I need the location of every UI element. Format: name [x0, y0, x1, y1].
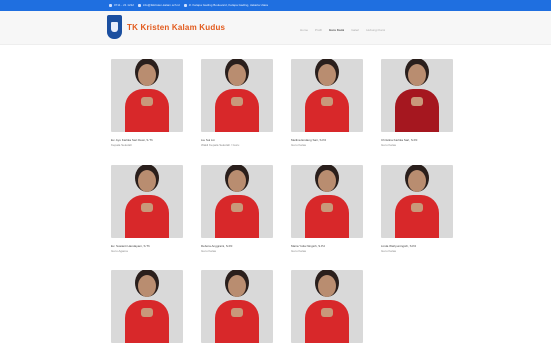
- topbar-phone-text: 0711 - 21 1212: [114, 3, 134, 7]
- nav-hubungi[interactable]: Hubungi Kami: [366, 28, 385, 32]
- teacher-card[interactable]: Meilina Endang Sari, S.Pd Guru Kelas: [291, 59, 363, 147]
- teacher-role: Guru Kelas: [291, 249, 307, 253]
- teacher-role: Guru Kelas: [381, 143, 397, 147]
- teacher-role: Guru Agama: [111, 249, 128, 253]
- topbar-item-location[interactable]: Jl. Kelapa Gading Boulevard, Kelapa Gadi…: [183, 3, 268, 7]
- teacher-card[interactable]: [291, 270, 363, 343]
- teacher-photo[interactable]: [111, 270, 183, 343]
- topbar-item-mail[interactable]: info@tkkristen-kalam.sch.id: [137, 3, 180, 7]
- teacher-card[interactable]: [111, 270, 183, 343]
- teacher-card[interactable]: Christina Kartika Sari, S.Pd Guru Kelas: [381, 59, 453, 147]
- teacher-photo[interactable]: [201, 59, 273, 132]
- location-icon: [183, 4, 187, 7]
- teacher-photo[interactable]: [201, 165, 273, 238]
- topbar-location-text: Jl. Kelapa Gading Boulevard, Kelapa Gadi…: [188, 3, 268, 7]
- site-header: TK Kristen Kalam Kudus Home Profil Guru …: [0, 11, 551, 45]
- nav-guru[interactable]: Guru Kami: [329, 28, 344, 32]
- teacher-role: Guru Kelas: [381, 249, 397, 253]
- teacher-card[interactable]: Maria Yulia Ningsih, S.Pd Guru Kelas: [291, 165, 363, 253]
- teacher-card[interactable]: Lie Sui Lin Wakil Kepala Sekolah / Guru: [201, 59, 273, 147]
- teacher-name: Ev. Ayu Kartika Sari Dewi, S.Th: [111, 138, 153, 142]
- teacher-name: Maria Yulia Ningsih, S.Pd: [291, 244, 325, 248]
- nav-galeri[interactable]: Galeri: [351, 28, 359, 32]
- main-nav: Home Profil Guru Kami Galeri Hubungi Kam…: [300, 28, 385, 32]
- teacher-card[interactable]: Linda Wahyuningsih, S.Pd Guru Kelas: [381, 165, 453, 253]
- teacher-role: Guru Kelas: [201, 249, 217, 253]
- teacher-card[interactable]: [201, 270, 273, 343]
- teacher-card[interactable]: Ev. Susianti Handayani, S.Th Guru Agama: [111, 165, 183, 253]
- teacher-name: Meilina Endang Sari, S.Pd: [291, 138, 327, 142]
- teacher-photo[interactable]: [111, 165, 183, 238]
- teacher-photo[interactable]: [381, 59, 453, 132]
- teacher-role: Guru Kelas: [291, 143, 307, 147]
- teacher-name: Lie Sui Lin: [201, 138, 216, 142]
- teacher-photo[interactable]: [201, 270, 273, 343]
- mail-icon: [137, 4, 141, 7]
- school-logo[interactable]: [107, 15, 122, 39]
- top-contact-bar: 0711 - 21 1212 info@tkkristen-kalam.sch.…: [0, 0, 551, 11]
- teacher-photo[interactable]: [291, 59, 363, 132]
- topbar-item-phone[interactable]: 0711 - 21 1212: [109, 4, 134, 7]
- teacher-card[interactable]: Debora Anggraini, S.Pd Guru Kelas: [201, 165, 273, 253]
- teacher-card[interactable]: Ev. Ayu Kartika Sari Dewi, S.Th Kepala S…: [111, 59, 183, 147]
- teacher-photo[interactable]: [111, 59, 183, 132]
- teacher-role: Wakil Kepala Sekolah / Guru: [201, 143, 240, 147]
- nav-home[interactable]: Home: [300, 28, 308, 32]
- topbar-mail-text: info@tkkristen-kalam.sch.id: [142, 3, 180, 7]
- teacher-photo[interactable]: [291, 270, 363, 343]
- teacher-name: Christina Kartika Sari, S.Pd: [381, 138, 418, 142]
- shield-icon: [111, 22, 118, 32]
- teacher-name: Ev. Susianti Handayani, S.Th: [111, 244, 150, 248]
- teacher-name: Debora Anggraini, S.Pd: [201, 244, 233, 248]
- teacher-photo[interactable]: [291, 165, 363, 238]
- brand-title[interactable]: TK Kristen Kalam Kudus: [127, 23, 225, 32]
- nav-profil[interactable]: Profil: [315, 28, 322, 32]
- phone-icon: [109, 4, 112, 7]
- teacher-photo[interactable]: [381, 165, 453, 238]
- teacher-name: Linda Wahyuningsih, S.Pd: [381, 244, 417, 248]
- teacher-role: Kepala Sekolah: [111, 143, 133, 147]
